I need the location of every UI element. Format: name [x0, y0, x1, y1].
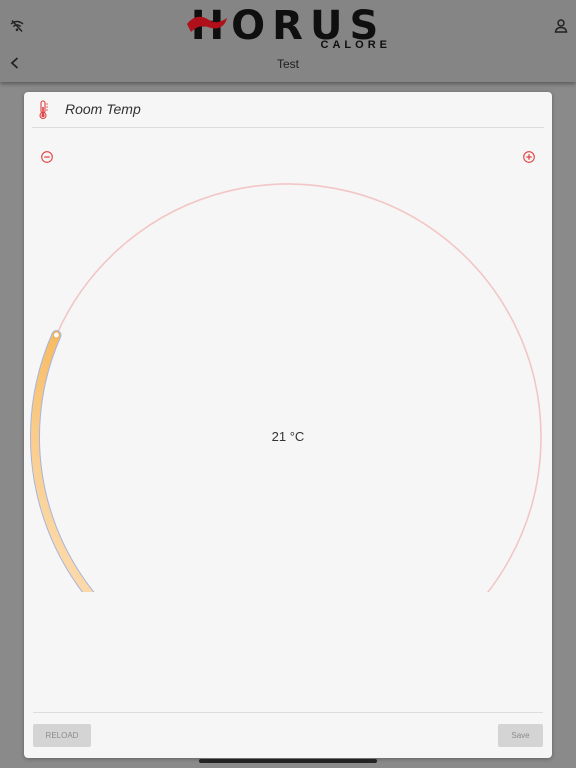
- dial-fill: [30, 331, 94, 592]
- temperature-dial[interactable]: [24, 172, 552, 592]
- card-header: Room Temp: [32, 92, 544, 128]
- home-indicator: [199, 759, 377, 763]
- reload-button[interactable]: RELOAD: [33, 724, 91, 747]
- dial-handle[interactable]: [52, 331, 60, 339]
- temperature-value: 21 °C: [271, 429, 305, 444]
- flame-flag-icon: [187, 16, 227, 32]
- user-icon[interactable]: [553, 18, 569, 34]
- logo-subtitle: CALORE: [320, 39, 391, 51]
- footer-divider: [33, 712, 543, 713]
- save-button[interactable]: Save: [498, 724, 543, 747]
- brand-logo: HORUS CALORE: [183, 6, 393, 52]
- dial-track: [55, 183, 542, 592]
- plus-circle-icon[interactable]: [522, 150, 536, 164]
- app-header: HORUS CALORE Test: [0, 0, 576, 82]
- wifi-off-icon[interactable]: [9, 18, 25, 34]
- card-title: Room Temp: [65, 101, 141, 117]
- thermometer-icon: [39, 100, 48, 120]
- room-temp-card: Room Temp 21 °C RELOAD Save: [24, 92, 552, 758]
- minus-circle-icon[interactable]: [40, 150, 54, 164]
- dial-fill-outline: [29, 330, 95, 592]
- page-title: Test: [276, 57, 299, 71]
